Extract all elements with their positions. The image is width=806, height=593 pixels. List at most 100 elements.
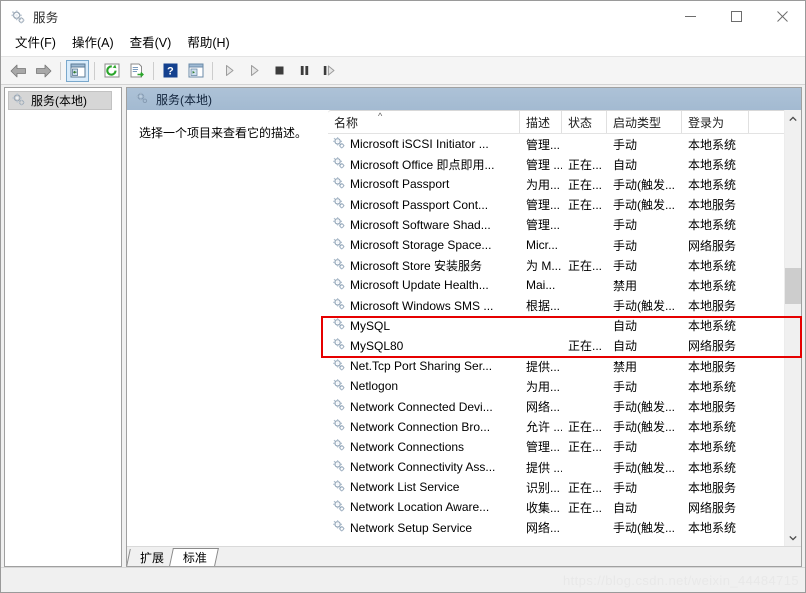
service-name-label: Netlogon [350, 379, 399, 394]
console-tree-pane: 服务(本地) [4, 87, 122, 567]
column-header-status[interactable]: 状态 [562, 111, 607, 133]
table-row[interactable]: Microsoft Update Health... Mai... 禁用 本地系统 [328, 275, 801, 295]
scrollbar-track[interactable] [785, 127, 801, 529]
table-row[interactable]: Microsoft Passport Cont... 管理... 正在... 手动(触… [328, 195, 801, 215]
cell-service-startup-type: 手动(触发... [613, 177, 675, 192]
table-row[interactable]: Network Setup Service 网络... 手动(触发... 本地系统 [328, 518, 801, 538]
column-header-startup-type[interactable]: 启动类型 [607, 111, 682, 133]
table-row[interactable]: Network Location Aware... 收集... 正在... 自动 网络服… [328, 497, 801, 517]
show-action-pane-icon[interactable] [184, 60, 207, 82]
service-name-label: Microsoft Software Shad... [350, 217, 491, 232]
table-row[interactable]: Microsoft Windows SMS ... 根据... 手动(触发... 本地… [328, 296, 801, 316]
cell-service-startup-type: 手动 [613, 440, 638, 455]
export-list-icon[interactable] [125, 60, 148, 82]
cell-service-log-on-as: 网络服务 [688, 500, 737, 515]
table-row[interactable]: Network Connected Devi... 网络... 手动(触发... 本地… [328, 396, 801, 416]
cell-service-log-on-as: 网络服务 [688, 339, 737, 354]
cell-service-name: Microsoft Passport Cont... [328, 196, 520, 213]
table-row[interactable]: Microsoft Software Shad... 管理... 手动 本地系统 [328, 215, 801, 235]
cell-service-name: Microsoft Office 即点即用... [328, 156, 520, 173]
tab-extended[interactable]: 扩展 [126, 549, 175, 566]
service-gear-icon [332, 459, 350, 476]
cell-service-description: 为用... [526, 177, 561, 192]
cell-service-name: Network Connected Devi... [328, 398, 520, 415]
cell-service-startup-type: 禁用 [613, 278, 638, 293]
tab-standard-label: 标准 [182, 551, 207, 565]
services-gear-icon [11, 92, 26, 110]
services-gear-icon [10, 9, 26, 25]
close-button[interactable] [759, 1, 805, 32]
table-row[interactable]: Net.Tcp Port Sharing Ser... 提供... 禁用 本地服务 [328, 356, 801, 376]
service-gear-icon [332, 176, 350, 193]
cell-service-description: 管理... [526, 198, 561, 213]
service-name-label: Network Connection Bro... [350, 419, 491, 434]
pause-service-icon[interactable] [293, 60, 316, 82]
cell-service-description: 收集... [526, 500, 561, 515]
cell-service-startup-type: 手动(触发... [613, 198, 675, 213]
service-name-label: Network Connections [350, 439, 465, 454]
stop-service-icon[interactable] [268, 60, 291, 82]
show-hide-console-tree-icon[interactable] [66, 59, 89, 82]
window-title: 服务 [33, 11, 59, 25]
tab-standard[interactable]: 标准 [169, 548, 219, 566]
table-row[interactable]: Microsoft Store 安装服务 为 M... 正在... 手动 本地系统 [328, 255, 801, 275]
column-header-name[interactable]: 名称 ^ [328, 111, 520, 133]
cell-service-startup-type: 自动 [613, 339, 638, 354]
table-row[interactable]: Network Connection Bro... 允许 ... 正在... 手动(触… [328, 417, 801, 437]
menu-view[interactable]: 查看(V) [122, 33, 180, 55]
window-controls [667, 1, 805, 32]
cell-service-log-on-as: 本地服务 [688, 359, 737, 374]
cell-service-log-on-as: 本地系统 [688, 157, 737, 172]
menu-action[interactable]: 操作(A) [64, 33, 122, 55]
table-row[interactable]: Netlogon 为用... 手动 本地系统 [328, 376, 801, 396]
restart-service-icon[interactable] [318, 60, 341, 82]
column-header-description[interactable]: 描述 [520, 111, 562, 133]
table-row[interactable]: Microsoft iSCSI Initiator ... 管理... 手动 本地系统 [328, 134, 801, 154]
table-row[interactable]: MySQL 自动 本地系统 [328, 316, 801, 336]
scrollbar-thumb[interactable] [785, 267, 801, 304]
list-vertical-scrollbar[interactable] [784, 110, 801, 546]
back-arrow-icon[interactable] [7, 60, 30, 82]
cell-service-startup-type: 手动 [613, 480, 638, 495]
table-row[interactable]: Microsoft Passport 为用... 正在... 手动(触发... 本地系统 [328, 174, 801, 194]
menu-help[interactable]: 帮助(H) [179, 33, 237, 55]
scroll-down-arrow-icon[interactable] [785, 529, 801, 546]
start-service-icon[interactable] [218, 60, 241, 82]
menu-file[interactable]: 文件(F) [7, 33, 64, 55]
column-header-pad[interactable] [749, 111, 773, 133]
refresh-icon[interactable] [100, 60, 123, 82]
table-row[interactable]: MySQL80 正在... 自动 网络服务 [328, 336, 801, 356]
cell-service-startup-type: 手动(触发... [613, 400, 675, 415]
maximize-button[interactable] [713, 1, 759, 32]
table-row[interactable]: Microsoft Office 即点即用... 管理 ... 正在... 自动 本地系… [328, 154, 801, 174]
service-gear-icon [332, 438, 350, 455]
minimize-button[interactable] [667, 1, 713, 32]
toolbar-separator-3 [153, 61, 154, 80]
resume-service-icon[interactable] [243, 60, 266, 82]
cell-service-status: 正在... [568, 480, 603, 495]
column-header-log-on-as[interactable]: 登录为 [682, 111, 749, 133]
service-gear-icon [332, 479, 350, 496]
service-gear-icon [332, 337, 350, 354]
scroll-up-arrow-icon[interactable] [785, 110, 801, 127]
cell-service-description: Micr... [526, 238, 558, 253]
tree-node-services-local[interactable]: 服务(本地) [8, 91, 112, 110]
service-name-label: Microsoft Store 安装服务 [350, 258, 483, 273]
svg-text:?: ? [167, 66, 174, 78]
menu-bar: 文件(F) 操作(A) 查看(V) 帮助(H) [1, 32, 805, 57]
tab-extended-label: 扩展 [140, 551, 165, 565]
cell-service-description: 允许 ... [526, 420, 562, 435]
help-icon[interactable]: ? [159, 60, 182, 82]
cell-service-status: 正在... [568, 420, 603, 435]
table-row[interactable]: Network List Service 识别... 正在... 手动 本地服务 [328, 477, 801, 497]
table-row[interactable]: Microsoft Storage Space... Micr... 手动 网络服务 [328, 235, 801, 255]
table-row[interactable]: Network Connections 管理... 正在... 手动 本地系统 [328, 437, 801, 457]
tree-node-label: 服务(本地) [31, 94, 87, 108]
service-gear-icon [332, 136, 350, 153]
forward-arrow-icon[interactable] [32, 60, 55, 82]
service-name-label: Network Setup Service [350, 520, 473, 535]
toolbar-separator-4 [212, 61, 213, 80]
table-row[interactable]: Network Connectivity Ass... 提供 ... 手动(触发..… [328, 457, 801, 477]
cell-service-status: 正在... [568, 339, 603, 354]
service-name-label: Microsoft Update Health... [350, 278, 489, 293]
